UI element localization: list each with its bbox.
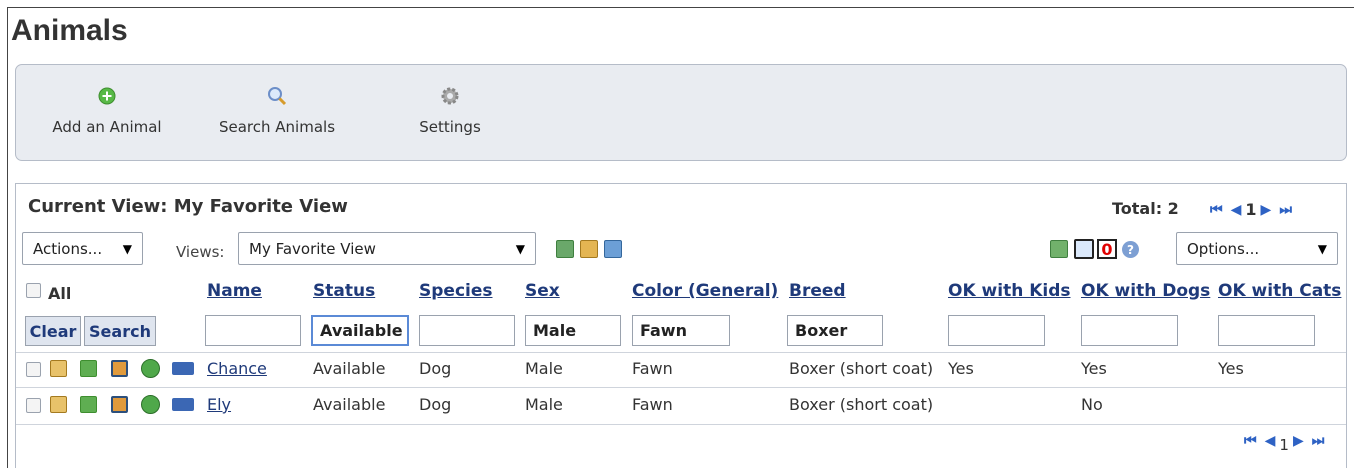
prev-page-icon[interactable]: ◀ bbox=[1231, 203, 1242, 217]
species-cell: Dog bbox=[419, 359, 452, 378]
first-page-icon[interactable]: ⏮ bbox=[1244, 434, 1257, 448]
animal-name-link[interactable]: Ely bbox=[207, 395, 231, 414]
html-icon[interactable] bbox=[172, 362, 194, 375]
first-page-icon[interactable]: ⏮ bbox=[1210, 203, 1223, 217]
row-divider bbox=[16, 387, 1346, 388]
views-label: Views: bbox=[176, 243, 225, 261]
column-header-sex[interactable]: Sex bbox=[525, 281, 560, 301]
total-count: Total: 2 bbox=[1112, 199, 1179, 218]
column-header-ok-with-cats[interactable]: OK with Cats bbox=[1218, 281, 1341, 301]
column-header-breed[interactable]: Breed bbox=[789, 281, 846, 301]
play-icon[interactable] bbox=[80, 360, 97, 377]
photo-icon[interactable] bbox=[111, 396, 128, 413]
photo-icon[interactable] bbox=[111, 360, 128, 377]
row-divider bbox=[16, 352, 1346, 353]
column-header-ok-with-dogs[interactable]: OK with Dogs bbox=[1081, 281, 1210, 301]
sex-cell: Male bbox=[525, 395, 563, 414]
chevron-down-icon: ▼ bbox=[1317, 241, 1327, 256]
copy-view-icon[interactable] bbox=[604, 240, 622, 258]
row-checkbox[interactable] bbox=[26, 398, 41, 413]
status-cell: Available bbox=[313, 395, 386, 414]
ok-with-dogs-cell: No bbox=[1081, 395, 1103, 414]
edit-icon[interactable] bbox=[50, 360, 67, 377]
play-icon[interactable] bbox=[80, 396, 97, 413]
row-checkbox[interactable] bbox=[26, 362, 41, 377]
column-header-color[interactable]: Color (General) bbox=[632, 281, 778, 301]
help-icon[interactable]: ? bbox=[1122, 241, 1139, 258]
column-header-name[interactable]: Name bbox=[207, 281, 262, 301]
add-animal-button[interactable]: Add an Animal bbox=[46, 84, 168, 136]
sex-cell: Male bbox=[525, 359, 563, 378]
search-animals-label: Search Animals bbox=[218, 118, 336, 136]
color-cell: Fawn bbox=[632, 395, 673, 414]
search-toggle-icon[interactable] bbox=[1074, 239, 1094, 259]
new-view-icon[interactable] bbox=[556, 240, 574, 258]
search-icon bbox=[268, 87, 287, 106]
species-cell: Dog bbox=[419, 395, 452, 414]
bottom-pager: ⏮ ◀ 1 ▶ ⏭ bbox=[1244, 432, 1325, 454]
page-number: 1 bbox=[1245, 200, 1257, 219]
globe-icon[interactable] bbox=[141, 359, 160, 378]
select-all-label: All bbox=[48, 284, 72, 303]
filter-cats-input[interactable] bbox=[1218, 315, 1315, 346]
options-label: Options... bbox=[1187, 239, 1260, 258]
page-number: 1 bbox=[1279, 436, 1289, 454]
views-selected: My Favorite View bbox=[249, 239, 376, 258]
last-page-icon[interactable]: ⏭ bbox=[1279, 203, 1292, 217]
color-cell: Fawn bbox=[632, 359, 673, 378]
prev-page-icon[interactable]: ◀ bbox=[1265, 434, 1276, 448]
filter-status-input[interactable]: Available bbox=[311, 315, 409, 346]
globe-icon[interactable] bbox=[141, 395, 160, 414]
search-button[interactable]: Search bbox=[84, 316, 156, 346]
edit-icon[interactable] bbox=[50, 396, 67, 413]
add-icon bbox=[98, 87, 116, 105]
add-animal-label: Add an Animal bbox=[52, 118, 162, 136]
current-view-title: Current View: My Favorite View bbox=[28, 196, 348, 217]
filter-sex-input[interactable]: Male bbox=[525, 315, 621, 346]
clear-button[interactable]: Clear bbox=[25, 316, 81, 346]
last-page-icon[interactable]: ⏭ bbox=[1312, 434, 1325, 448]
settings-label: Settings bbox=[419, 118, 481, 136]
filter-name-input[interactable] bbox=[205, 315, 301, 346]
html-icon[interactable] bbox=[172, 398, 194, 411]
row-divider bbox=[16, 424, 1346, 425]
column-header-species[interactable]: Species bbox=[419, 281, 493, 301]
search-animals-button[interactable]: Search Animals bbox=[213, 84, 341, 136]
page-title: Animals bbox=[11, 14, 128, 47]
breed-cell: Boxer (short coat) bbox=[789, 359, 934, 378]
filter-species-input[interactable] bbox=[419, 315, 515, 346]
actions-dropdown[interactable]: Actions... ▼ bbox=[22, 232, 143, 265]
ok-with-cats-cell: Yes bbox=[1218, 359, 1244, 378]
next-page-icon[interactable]: ▶ bbox=[1261, 203, 1272, 217]
ok-with-kids-cell: Yes bbox=[948, 359, 974, 378]
column-header-status[interactable]: Status bbox=[313, 281, 375, 301]
filter-breed-input[interactable]: Boxer bbox=[787, 315, 883, 346]
select-all-checkbox[interactable] bbox=[26, 283, 41, 298]
chevron-down-icon: ▼ bbox=[122, 241, 132, 256]
flag-count-badge[interactable]: 0 bbox=[1097, 239, 1117, 259]
image-view-icon[interactable] bbox=[1050, 240, 1068, 258]
status-cell: Available bbox=[313, 359, 386, 378]
filter-color-input[interactable]: Fawn bbox=[632, 315, 730, 346]
edit-view-icon[interactable] bbox=[580, 240, 598, 258]
breed-cell: Boxer (short coat) bbox=[789, 395, 934, 414]
filter-kids-input[interactable] bbox=[948, 315, 1045, 346]
filter-dogs-input[interactable] bbox=[1081, 315, 1178, 346]
animal-name-link[interactable]: Chance bbox=[207, 359, 267, 378]
top-pager: ⏮ ◀ 1 ▶ ⏭ bbox=[1210, 200, 1292, 219]
settings-button[interactable]: Settings bbox=[410, 84, 490, 136]
gear-icon bbox=[441, 87, 459, 105]
ok-with-dogs-cell: Yes bbox=[1081, 359, 1107, 378]
next-page-icon[interactable]: ▶ bbox=[1293, 434, 1304, 448]
options-dropdown[interactable]: Options... ▼ bbox=[1176, 232, 1338, 265]
actions-label: Actions... bbox=[33, 239, 103, 258]
column-header-ok-with-kids[interactable]: OK with Kids bbox=[948, 281, 1071, 301]
views-dropdown[interactable]: My Favorite View ▼ bbox=[238, 232, 536, 265]
chevron-down-icon: ▼ bbox=[515, 241, 525, 256]
